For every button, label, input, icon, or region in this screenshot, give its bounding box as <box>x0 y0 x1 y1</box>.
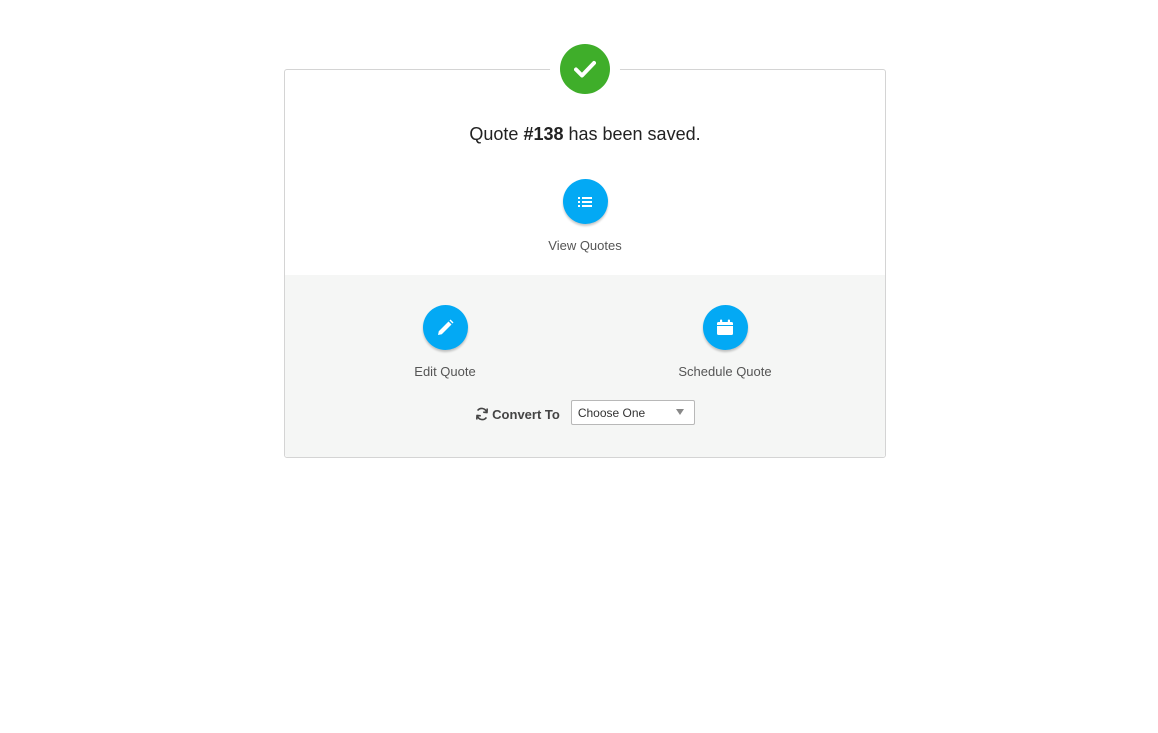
saved-message: Quote #138 has been saved. <box>285 124 885 145</box>
pencil-icon <box>436 319 454 337</box>
convert-row: Convert To Choose One <box>285 400 885 425</box>
page: Quote #138 has been saved. View Quotes E… <box>0 0 1158 733</box>
schedule-quote-button[interactable]: Schedule Quote <box>665 305 785 379</box>
card-top-section: Quote #138 has been saved. View Quotes <box>285 70 885 275</box>
convert-to-text: Convert To <box>492 406 560 422</box>
confirmation-card: Quote #138 has been saved. View Quotes E… <box>284 44 886 458</box>
message-suffix: has been saved. <box>563 124 701 144</box>
schedule-quote-label[interactable]: Schedule Quote <box>678 364 771 379</box>
refresh-icon <box>475 407 489 421</box>
convert-to-label: Convert To <box>475 407 560 422</box>
view-quotes-label[interactable]: View Quotes <box>548 238 621 253</box>
convert-to-select[interactable]: Choose One <box>570 400 695 425</box>
edit-quote-label[interactable]: Edit Quote <box>414 364 475 379</box>
convert-to-selected-value[interactable]: Choose One <box>578 406 645 420</box>
view-quotes-circle[interactable] <box>562 179 608 224</box>
chevron-down-icon[interactable] <box>675 409 684 415</box>
card-bottom-section: Edit Quote Schedule Quote Convert To Cho… <box>285 275 885 457</box>
quote-number: #138 <box>523 124 564 144</box>
message-prefix: Quote <box>469 124 524 144</box>
schedule-quote-circle[interactable] <box>702 305 748 350</box>
edit-quote-circle[interactable] <box>422 305 468 350</box>
edit-quote-button[interactable]: Edit Quote <box>395 305 495 379</box>
view-quotes-button[interactable]: View Quotes <box>535 179 635 253</box>
calendar-icon <box>716 319 734 336</box>
list-icon <box>577 195 593 209</box>
